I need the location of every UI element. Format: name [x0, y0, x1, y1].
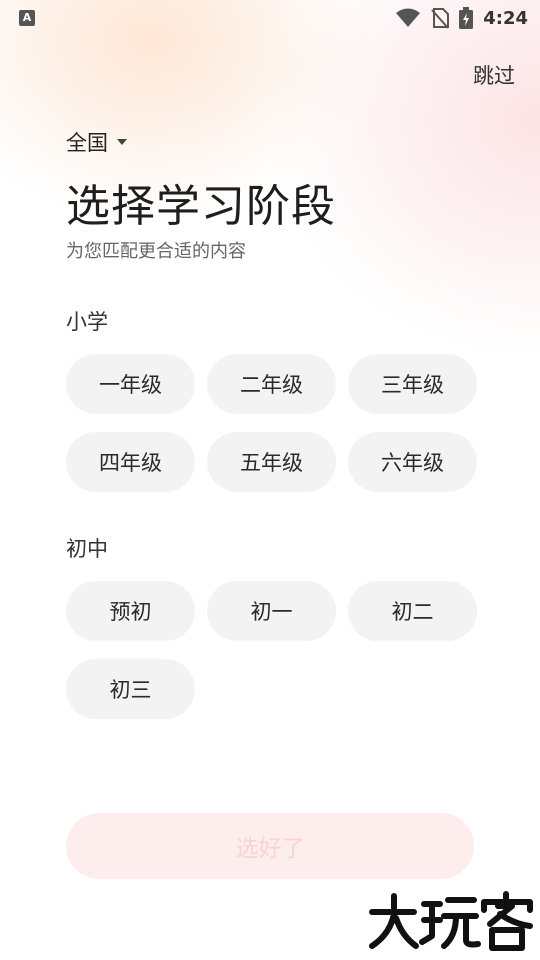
page-title: 选择学习阶段 [66, 181, 336, 232]
watermark-logo [369, 891, 533, 951]
app-notification-icon: A [19, 10, 35, 26]
grade-option[interactable]: 预初 [66, 581, 195, 641]
no-sim-icon [431, 8, 450, 29]
wifi-icon [396, 8, 421, 27]
skip-button[interactable]: 跳过 [473, 60, 515, 90]
status-icons: 4:24 [395, 6, 528, 30]
battery-charging-icon [459, 7, 474, 29]
grade-option[interactable]: 初三 [66, 659, 195, 719]
grade-option[interactable]: 初二 [348, 581, 477, 641]
section-title-primary: 小学 [66, 310, 108, 334]
confirm-button[interactable]: 选好了 [66, 813, 474, 879]
region-label: 全国 [66, 131, 108, 155]
page-subtitle: 为您匹配更合适的内容 [66, 241, 246, 262]
grade-option[interactable]: 一年级 [66, 354, 195, 414]
region-dropdown[interactable]: 全国 [66, 127, 127, 157]
grade-option[interactable]: 初一 [207, 581, 336, 641]
section-title-junior: 初中 [66, 537, 108, 561]
status-bar: A 4:24 [0, 0, 540, 36]
grade-option[interactable]: 四年级 [66, 432, 195, 492]
grade-option[interactable]: 三年级 [348, 354, 477, 414]
grade-option[interactable]: 五年级 [207, 432, 336, 492]
grade-option[interactable]: 六年级 [348, 432, 477, 492]
caret-down-icon [117, 139, 127, 145]
grade-option[interactable]: 二年级 [207, 354, 336, 414]
status-time: 4:24 [483, 7, 528, 29]
